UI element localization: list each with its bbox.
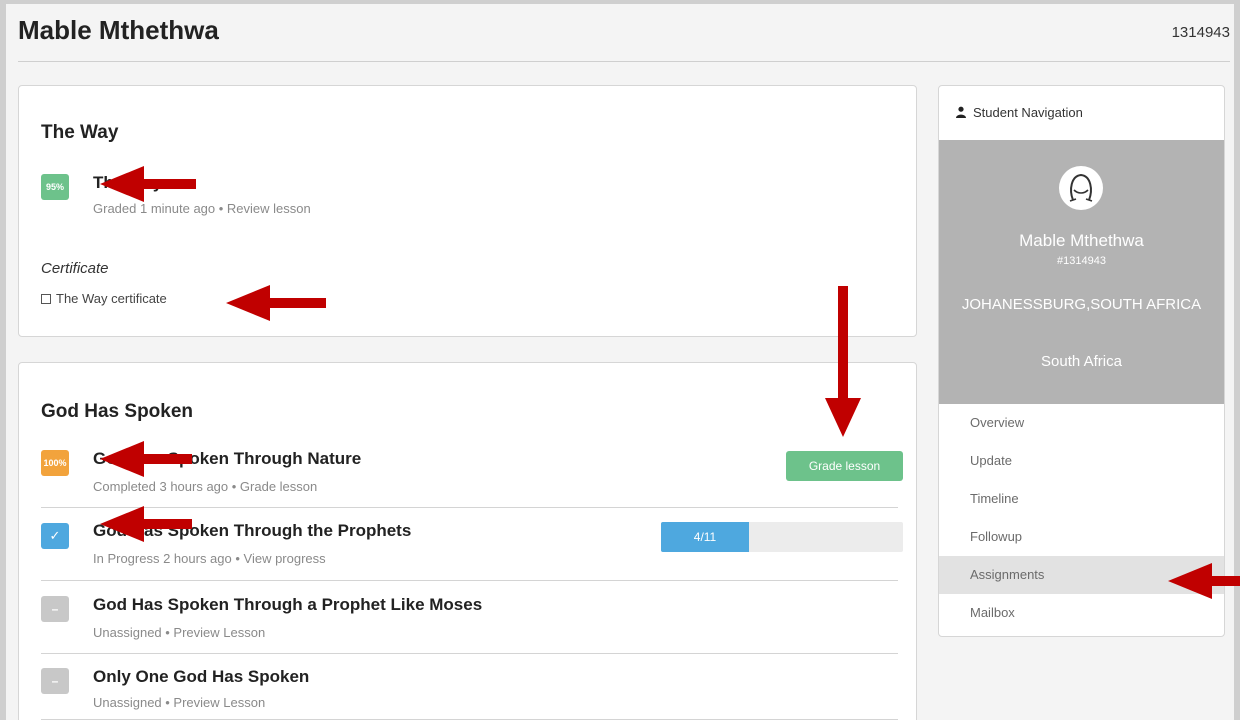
student-navigation-heading: Student Navigation — [939, 86, 1224, 140]
lesson-status[interactable]: In Progress 2 hours ago • View progress — [93, 551, 326, 566]
profile-location: JOHANESSBURG,SOUTH AFRICA — [961, 296, 1202, 313]
student-navigation-panel: Student Navigation Mable Mthethwa #13149… — [938, 85, 1225, 637]
lesson-status[interactable]: Completed 3 hours ago • Grade lesson — [93, 479, 317, 494]
nav-item-update[interactable]: Update — [939, 442, 1224, 480]
lesson-progress-bar[interactable]: 4/11 — [661, 522, 903, 552]
page: Mable Mthethwa 1314943 The Way 95% The W… — [6, 4, 1234, 720]
divider — [41, 653, 898, 654]
student-name-title: Mable Mthethwa — [18, 15, 219, 45]
score-badge: 100% — [41, 450, 69, 476]
nav-item-mailbox[interactable]: Mailbox — [939, 594, 1224, 632]
course-title: The Way — [41, 122, 119, 143]
lesson-status[interactable]: Unassigned • Preview Lesson — [93, 625, 265, 640]
certificate-label: The Way certificate — [56, 291, 167, 306]
profile-card: Mable Mthethwa #1314943 JOHANESSBURG,SOU… — [939, 140, 1224, 404]
grade-lesson-button[interactable]: Grade lesson — [786, 451, 903, 481]
lesson-title-link[interactable]: God Has Spoken Through the Prophets — [93, 521, 411, 541]
unassigned-badge: – — [41, 668, 69, 694]
course-panel-the-way: The Way 95% The Way Graded 1 minute ago … — [18, 85, 917, 337]
course-panel-god-has-spoken: God Has Spoken 100% God Has Spoken Throu… — [18, 362, 917, 720]
lesson-title-link[interactable]: God Has Spoken Through a Prophet Like Mo… — [93, 595, 482, 615]
course-title: God Has Spoken — [41, 401, 194, 422]
certificate-icon — [41, 294, 51, 304]
lesson-title-link[interactable]: God Has Spoken Through Nature — [93, 449, 361, 469]
progress-text: 4/11 — [693, 530, 717, 544]
person-icon — [956, 106, 966, 118]
check-icon: ✓ — [41, 523, 69, 549]
profile-id: #1314943 — [1057, 255, 1106, 267]
nav-item-followup[interactable]: Followup — [939, 518, 1224, 556]
avatar-icon — [1059, 166, 1103, 210]
certificate-heading: Certificate — [41, 260, 109, 277]
nav-item-timeline[interactable]: Timeline — [939, 480, 1224, 518]
page-header: Mable Mthethwa 1314943 — [18, 4, 1230, 62]
profile-country: South Africa — [1041, 353, 1122, 370]
student-id: 1314943 — [1171, 24, 1230, 41]
nav-item-overview[interactable]: Overview — [939, 404, 1224, 442]
student-navigation-label: Student Navigation — [973, 105, 1083, 120]
divider — [41, 580, 898, 581]
unassigned-badge: – — [41, 596, 69, 622]
profile-name: Mable Mthethwa — [1019, 231, 1144, 250]
student-nav-list: Overview Update Timeline Followup Assign… — [939, 404, 1224, 632]
lesson-status[interactable]: Unassigned • Preview Lesson — [93, 695, 265, 710]
lesson-title-link[interactable]: The Way — [93, 173, 162, 193]
certificate-link[interactable]: The Way certificate — [41, 291, 167, 306]
lesson-status[interactable]: Graded 1 minute ago • Review lesson — [93, 201, 311, 216]
lesson-title-link[interactable]: Only One God Has Spoken — [93, 667, 309, 687]
divider — [41, 507, 898, 508]
nav-item-assignments[interactable]: Assignments — [939, 556, 1224, 594]
score-badge: 95% — [41, 174, 69, 200]
